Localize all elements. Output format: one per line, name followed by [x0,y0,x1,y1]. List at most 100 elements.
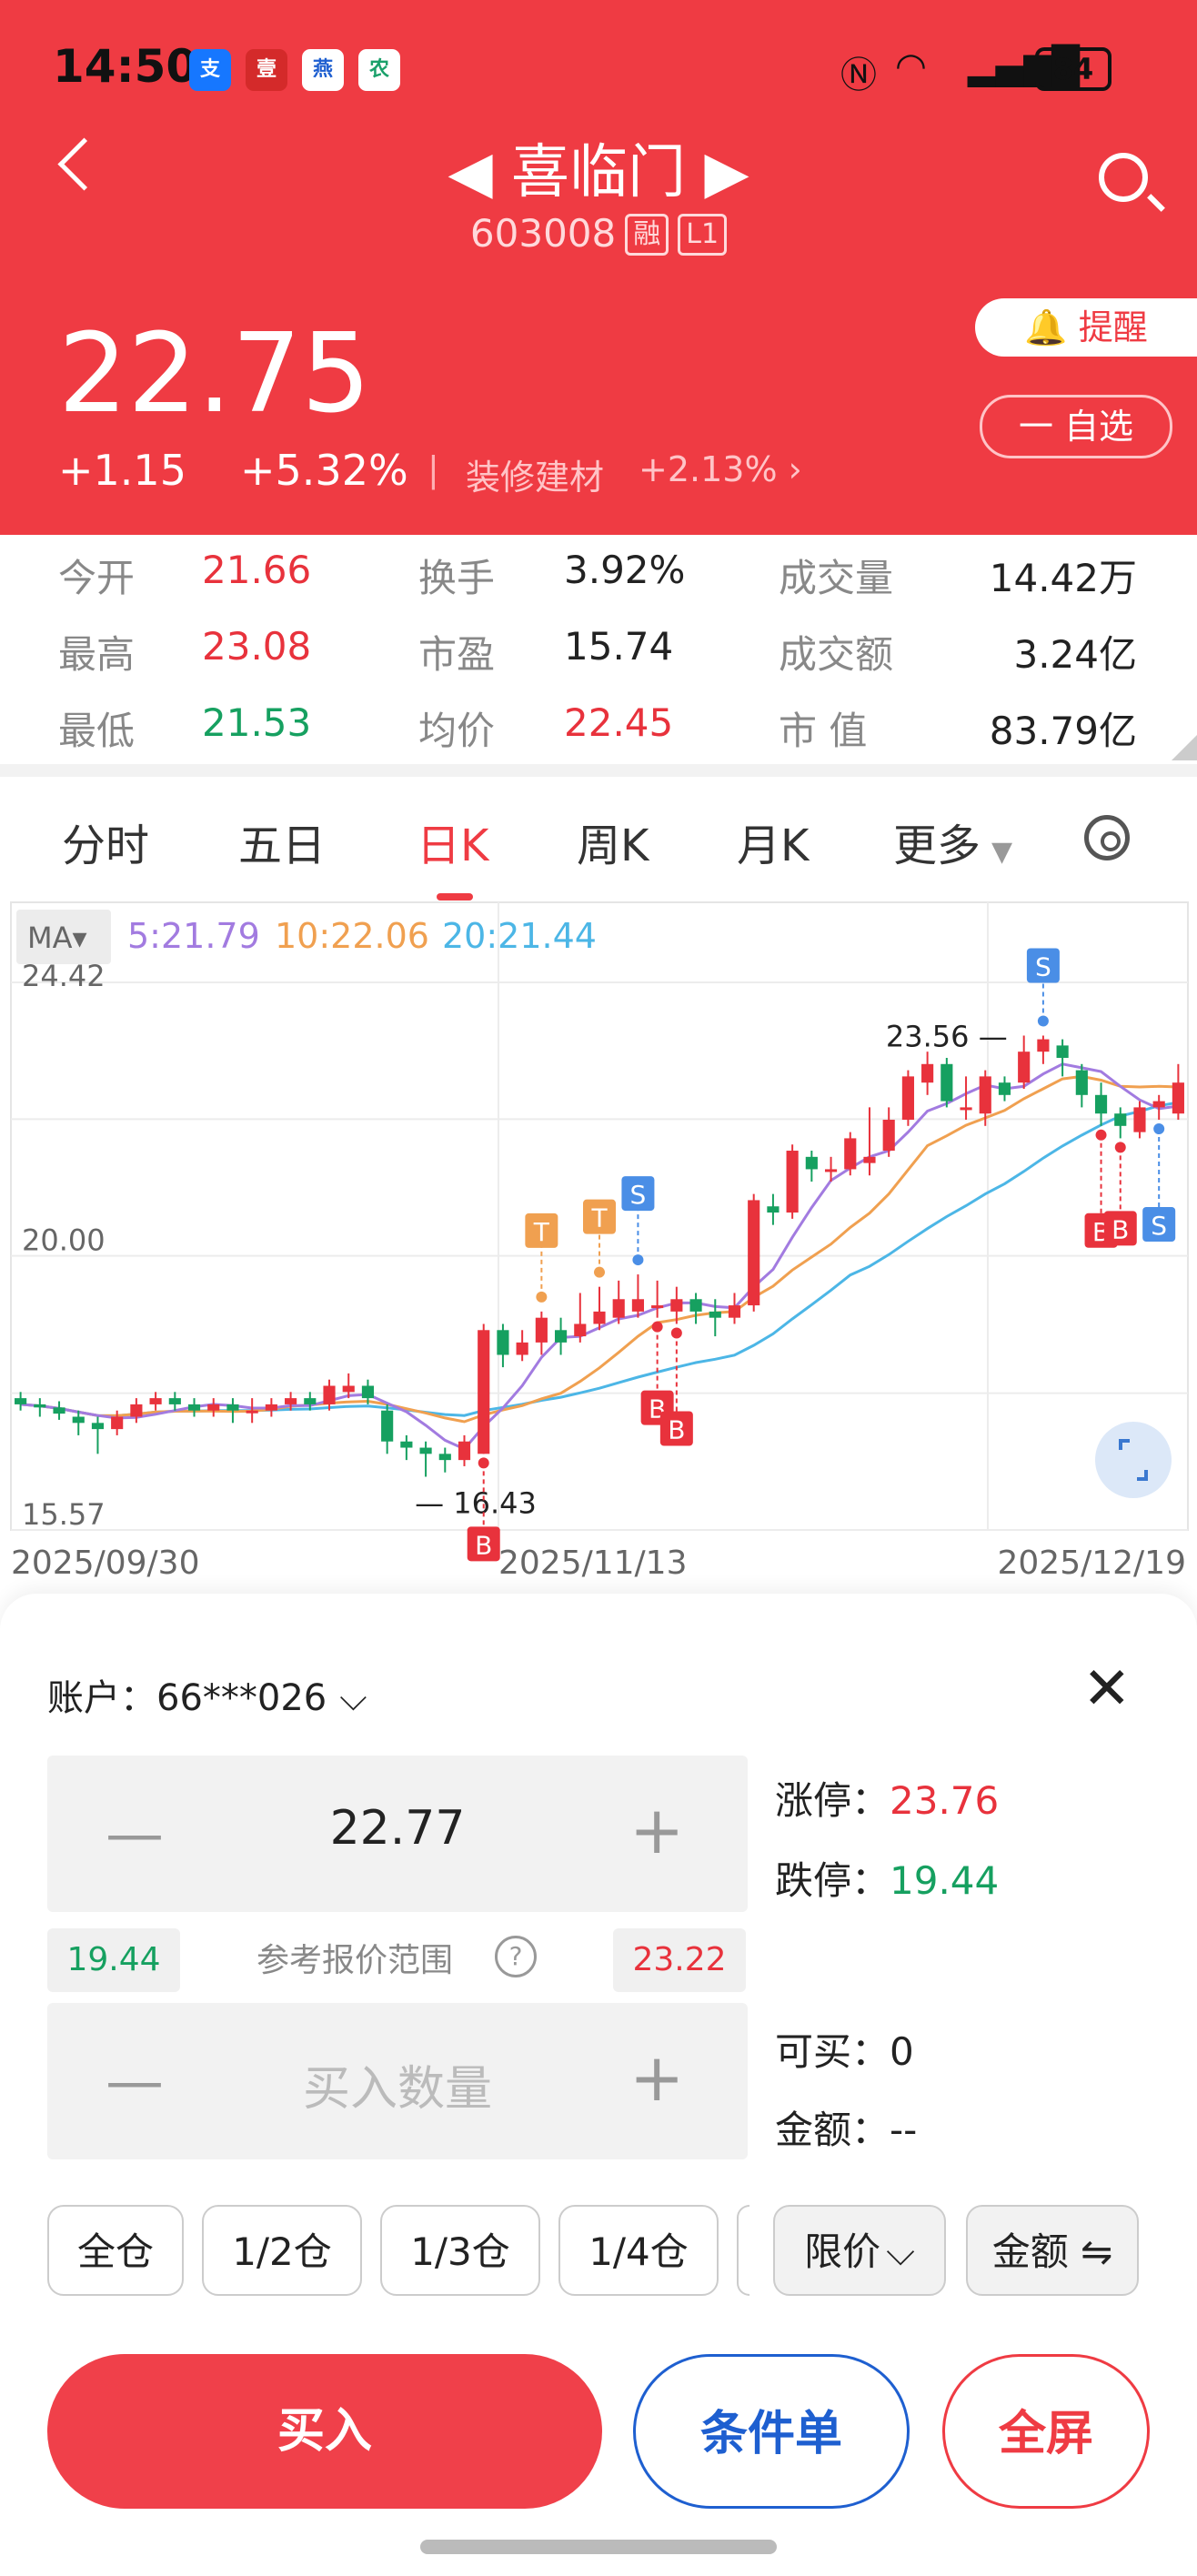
candle-body [478,1330,490,1454]
candle-body [940,1063,953,1102]
tab-more[interactable]: 更多 ▼ [893,810,1012,873]
current-price: 22.75 [58,311,371,438]
can-buy-value: 0 [890,2029,914,2074]
candle-body [998,1082,1011,1095]
stock-code: 603008 [469,211,617,256]
open-value: 21.66 [202,548,312,592]
account-label: 账户： [47,1677,156,1719]
section-divider [0,764,1197,777]
range-high[interactable]: 23.22 [613,1928,746,1992]
position-third-button[interactable]: 1/3仓 [380,2205,540,2296]
min-price-label: — 16.43 [415,1486,537,1521]
candle-body [187,1404,201,1411]
x-tick-label: 2025/12/19 [998,1545,1187,1582]
trade-marker-label: T [590,1203,608,1233]
trade-amount-value: -- [890,2108,918,2152]
limit-down-label: 跌停： [775,1858,890,1903]
expand-corner-icon[interactable] [1172,735,1197,760]
account-selector[interactable]: 账户：66***026 ⌵ [47,1668,367,1721]
candle-body [612,1299,625,1318]
position-more-button[interactable] [737,2205,749,2296]
candle-body [304,1398,317,1404]
account-number: 66***026 [156,1677,327,1719]
candle-body [72,1416,85,1424]
limit-down-value: 19.44 [890,1858,1000,1903]
kline-chart[interactable]: MA▾ 5:21.79 10:22.06 20:21.44 24.42 20.00 15.5… [0,901,1197,1592]
trade-marker-label: S [630,1180,647,1210]
limit-down-row: 跌停：19.44 [775,1850,999,1906]
candle-body [574,1323,587,1337]
volume-label: 成交量 [779,556,894,600]
candle-body [168,1398,181,1404]
qty-plus-button[interactable]: + [629,2039,684,2116]
stock-title[interactable]: ◀ 喜临门 ▶ [0,126,1197,209]
status-time: 14:50 [53,40,198,93]
amount-toggle-button[interactable]: 金额 ⇋ [966,2205,1139,2296]
chevron-down-icon: ⌵ [886,2229,915,2274]
candle-body [805,1156,818,1170]
candle-body [458,1441,471,1461]
position-quarter-button[interactable]: 1/4仓 [558,2205,719,2296]
tab-weekly-k[interactable]: 周K [577,810,649,873]
candle-body [361,1385,375,1399]
high-label: 最高 [58,632,136,677]
candle-body [1075,1070,1088,1095]
price-change-pct: +5.32% [240,446,408,495]
trade-marker-label: B [668,1414,685,1444]
x-tick-label: 2025/09/30 [11,1545,200,1582]
candle-body [786,1151,799,1213]
tab-daily-k[interactable]: 日K [417,810,488,873]
marker-dot [1153,1123,1165,1135]
candle-body [438,1454,451,1461]
fullscreen-button[interactable]: 全屏 [942,2354,1150,2509]
conditional-order-button[interactable]: 条件单 [633,2354,910,2509]
help-icon[interactable]: ? [495,1936,537,1977]
order-type-select[interactable]: 限价 ⌵ [773,2205,946,2296]
candle-body [226,1404,239,1411]
candle-body [207,1404,220,1411]
range-low[interactable]: 19.44 [47,1928,180,1992]
candle-body [960,1107,972,1111]
candle-body [1152,1101,1165,1108]
candle-body [400,1441,413,1448]
position-half-button[interactable]: 1/2仓 [202,2205,362,2296]
price-change: +1.15 [58,446,186,495]
candle-body [748,1200,760,1306]
candle-body [516,1342,528,1355]
candle-body [689,1299,702,1312]
trade-marker-label: T [533,1217,550,1247]
sector-name[interactable]: 装修建材 [466,449,604,499]
tab-monthly-k[interactable]: 月K [737,810,809,873]
candle-body [863,1156,876,1163]
watchlist-button[interactable]: 一 自选 [980,395,1172,458]
bell-icon: 🔔 [1024,307,1068,347]
position-full-button[interactable]: 全仓 [47,2205,184,2296]
price-plus-button[interactable]: + [629,1792,684,1868]
candle-body [651,1305,664,1309]
candle-body [824,1169,838,1172]
tab-five-day[interactable]: 五日 [238,810,326,873]
stock-code-row: 603008 融 L1 [0,211,1197,256]
home-indicator [420,2540,777,2554]
caret-down-icon: ▼ [991,836,1013,868]
candle-body [1056,1045,1069,1058]
tab-intraday[interactable]: 分时 [62,810,149,873]
chevron-down-icon: ⌵ [339,1677,367,1719]
can-buy-label: 可买： [775,2029,890,2074]
candle-body [631,1299,645,1312]
settings-icon[interactable] [1084,815,1130,860]
mcap-value: 83.79亿 [989,709,1137,753]
close-icon[interactable]: ✕ [1082,1655,1132,1723]
marker-dot [478,1457,489,1469]
expand-chart-button[interactable] [1095,1422,1172,1498]
candle-body [111,1416,124,1430]
marker-dot [670,1327,682,1339]
search-icon[interactable] [1099,153,1148,202]
mcap-label: 市 值 [779,709,868,753]
remind-button[interactable]: 🔔 提醒 [975,298,1197,357]
candle-body [844,1138,857,1170]
candle-body [728,1305,741,1318]
sector-change[interactable]: +2.13% › [639,449,802,489]
buy-button[interactable]: 买入 [47,2354,602,2509]
ma10-line [20,1074,1179,1424]
